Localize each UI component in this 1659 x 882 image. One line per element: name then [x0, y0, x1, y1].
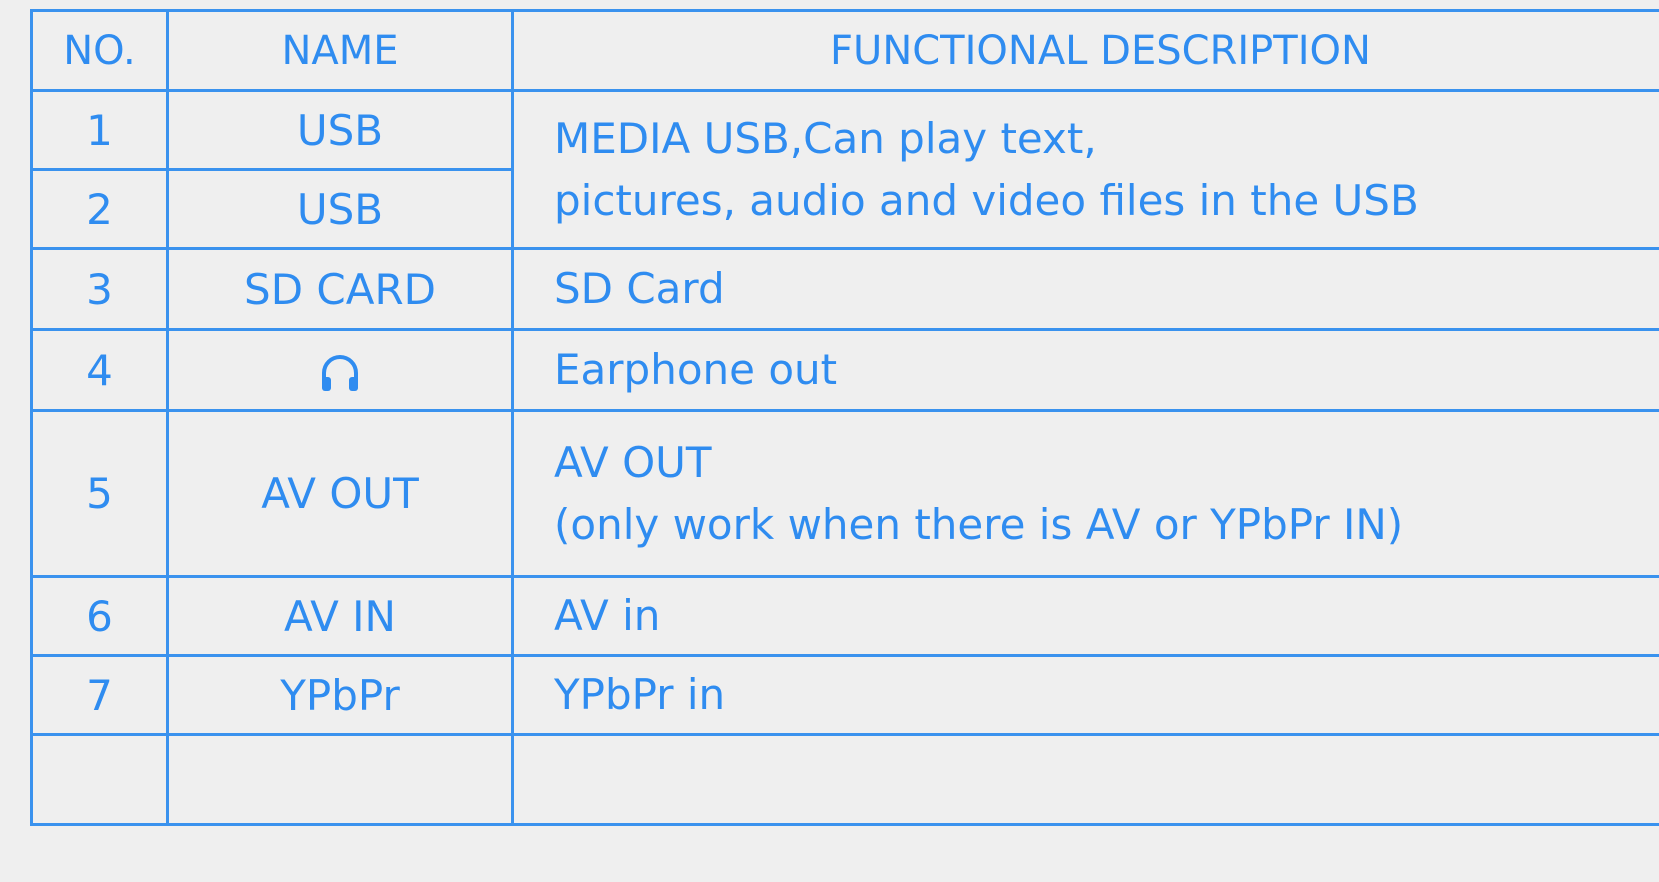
table-row: 4 Earphone out: [30, 328, 1659, 412]
row-number: 3: [30, 247, 169, 331]
table-header-row: NO. NAME FUNCTIONAL DESCRIPTION: [30, 9, 1659, 92]
table-row: 3 SD CARD SD Card: [30, 247, 1659, 331]
row-description: Earphone out: [511, 328, 1659, 412]
row-number: 2: [30, 168, 169, 250]
row-description: AV in: [511, 575, 1659, 657]
table-row: 6 AV IN AV in: [30, 575, 1659, 657]
row-name: USB: [166, 89, 514, 171]
empty-cell: [30, 733, 169, 826]
table-row: 1 USB MEDIA USB,Can play text, pictures,…: [30, 89, 1659, 250]
row-number: 5: [30, 409, 169, 578]
row-name: SD CARD: [166, 247, 514, 331]
row-number: 4: [30, 328, 169, 412]
ports-table: NO. NAME FUNCTIONAL DESCRIPTION 1 USB ME…: [30, 9, 1659, 826]
headphones-icon: [322, 355, 358, 391]
header-no: NO.: [30, 9, 169, 92]
empty-cell: [166, 733, 514, 826]
av-out-description-line-1: AV OUT: [554, 437, 712, 487]
table-row: 7 YPbPr YPbPr in: [30, 654, 1659, 736]
row-number: 6: [30, 575, 169, 657]
table-row-empty: [30, 733, 1659, 826]
row-description: YPbPr in: [511, 654, 1659, 736]
header-description: FUNCTIONAL DESCRIPTION: [511, 9, 1659, 92]
row-name: [166, 328, 514, 412]
usb-description-line-1: MEDIA USB,Can play text,: [554, 113, 1097, 163]
table-row: 5 AV OUT AV OUT (only work when there is…: [30, 409, 1659, 578]
row-name: USB: [166, 168, 514, 250]
header-name: NAME: [166, 9, 514, 92]
row-number: 7: [30, 654, 169, 736]
row-name: YPbPr: [166, 654, 514, 736]
usb-description: MEDIA USB,Can play text, pictures, audio…: [511, 89, 1659, 250]
av-out-description-line-2: (only work when there is AV or YPbPr IN): [554, 499, 1404, 549]
usb-description-line-2: pictures, audio and video files in the U…: [554, 175, 1419, 225]
row-description: AV OUT (only work when there is AV or YP…: [511, 409, 1659, 578]
empty-cell: [511, 733, 1659, 826]
row-number: 1: [30, 89, 169, 171]
row-name: AV IN: [166, 575, 514, 657]
row-name: AV OUT: [166, 409, 514, 578]
row-description: SD Card: [511, 247, 1659, 331]
